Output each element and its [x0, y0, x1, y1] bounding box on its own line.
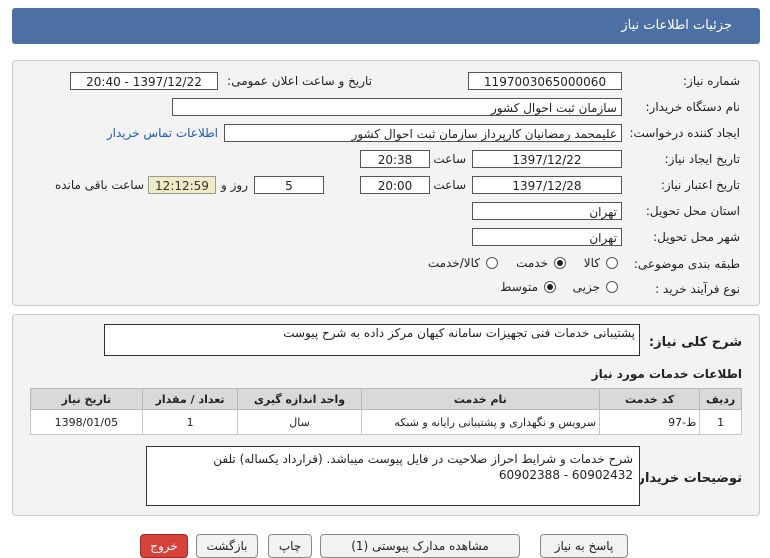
service-code-cell: ط-97: [599, 409, 701, 435]
page-title: جزئیات اطلاعات نیاز: [621, 18, 732, 33]
created-time-field: 20:38: [360, 150, 430, 168]
summary-label: شرح کلی نیاز:: [648, 335, 742, 350]
need-number-label: شماره نیاز:: [683, 74, 740, 88]
quantity-cell: 1: [141, 409, 239, 435]
province-field: تهران: [472, 202, 622, 220]
col-need-date: تاریخ نیاز: [30, 388, 143, 410]
service-name-cell: سرویس و نگهداری و پشتیبانی رایانه و شبکه: [360, 409, 601, 435]
category-goods-radio[interactable]: [606, 257, 618, 269]
page-header: جزئیات اطلاعات نیاز: [12, 8, 760, 44]
category-service-label: خدمت: [516, 256, 548, 270]
category-goods-service-label: کالا/خدمت: [427, 256, 480, 270]
buyer-org-label: نام دستگاه خریدار:: [645, 100, 741, 114]
process-minor-label: جزیی: [572, 280, 600, 294]
col-service-code: کد خدمت: [599, 388, 701, 410]
table-row: 1 ط-97 سرویس و نگهداری و پشتیبانی رایانه…: [30, 409, 742, 435]
row-number-cell: 1: [699, 409, 742, 435]
process-minor-radio[interactable]: [606, 281, 618, 293]
province-label: استان محل تحویل:: [645, 204, 740, 218]
process-medium-radio[interactable]: [544, 281, 556, 293]
col-service-name: نام خدمت: [360, 388, 601, 410]
created-time-label: ساعت: [433, 152, 466, 166]
reply-to-need-button[interactable]: پاسخ به نیاز: [540, 534, 628, 558]
announce-label: تاریخ و ساعت اعلان عمومی:: [227, 74, 372, 88]
buyer-notes-label: توضیحات خریدار:: [632, 471, 742, 486]
requester-field: علیمحمد رمضانیان کارپرداز سازمان ثبت احو…: [224, 124, 622, 142]
need-number-field: 1197003065000060: [468, 72, 622, 90]
summary-field: پشتیبانی خدمات فنی تجهیزات سامانه کیهان …: [104, 324, 640, 356]
validity-time-label: ساعت: [433, 178, 466, 192]
buyer-notes-field: شرح خدمات و شرایط احراز صلاحیت در فایل پ…: [146, 446, 640, 506]
services-heading: اطلاعات خدمات مورد نیاز: [591, 367, 742, 381]
services-table: ردیف کد خدمت نام خدمت واحد اندازه گیری ت…: [30, 388, 742, 435]
requester-label: ایجاد کننده درخواست:: [629, 126, 740, 140]
category-goods-service-radio[interactable]: [486, 257, 498, 269]
created-date-label: تاریخ ایجاد نیاز:: [664, 152, 740, 166]
buyer-org-field: سازمان ثبت احوال کشور: [172, 98, 622, 116]
remaining-days-label: روز و: [221, 178, 248, 192]
services-header-row: ردیف کد خدمت نام خدمت واحد اندازه گیری ت…: [30, 388, 742, 410]
validity-date-label: تاریخ اعتبار نیاز:: [660, 178, 740, 192]
remaining-time-label: ساعت باقی مانده: [54, 178, 144, 192]
unit-cell: سال: [237, 409, 362, 435]
announce-datetime-field: 1397/12/22 - 20:40: [70, 72, 218, 90]
validity-time-field: 20:00: [360, 176, 430, 194]
remaining-time-field: 12:12:59: [148, 176, 216, 194]
category-goods-label: کالا: [583, 256, 600, 270]
category-label: طبقه بندی موضوعی:: [633, 257, 740, 271]
view-attachments-button[interactable]: مشاهده مدارک پیوستی (1): [320, 534, 520, 558]
created-date-field: 1397/12/22: [472, 150, 622, 168]
city-field: تهران: [472, 228, 622, 246]
exit-button[interactable]: خروج: [140, 534, 188, 558]
col-unit: واحد اندازه گیری: [237, 388, 362, 410]
col-quantity: تعداد / مقدار: [141, 388, 239, 410]
print-button[interactable]: چاپ: [268, 534, 312, 558]
need-date-cell: 1398/01/05: [30, 409, 143, 435]
process-type-label: نوع فرآیند خرید :: [655, 282, 740, 296]
validity-date-field: 1397/12/28: [472, 176, 622, 194]
category-service-radio[interactable]: [554, 257, 566, 269]
city-label: شهر محل تحویل:: [653, 230, 740, 244]
back-button[interactable]: بازگشت: [196, 534, 258, 558]
col-row-number: ردیف: [699, 388, 742, 410]
process-medium-label: متوسط: [500, 280, 538, 294]
buyer-contact-link[interactable]: اطلاعات تماس خریدار: [107, 126, 218, 140]
remaining-days-field: 5: [254, 176, 324, 194]
